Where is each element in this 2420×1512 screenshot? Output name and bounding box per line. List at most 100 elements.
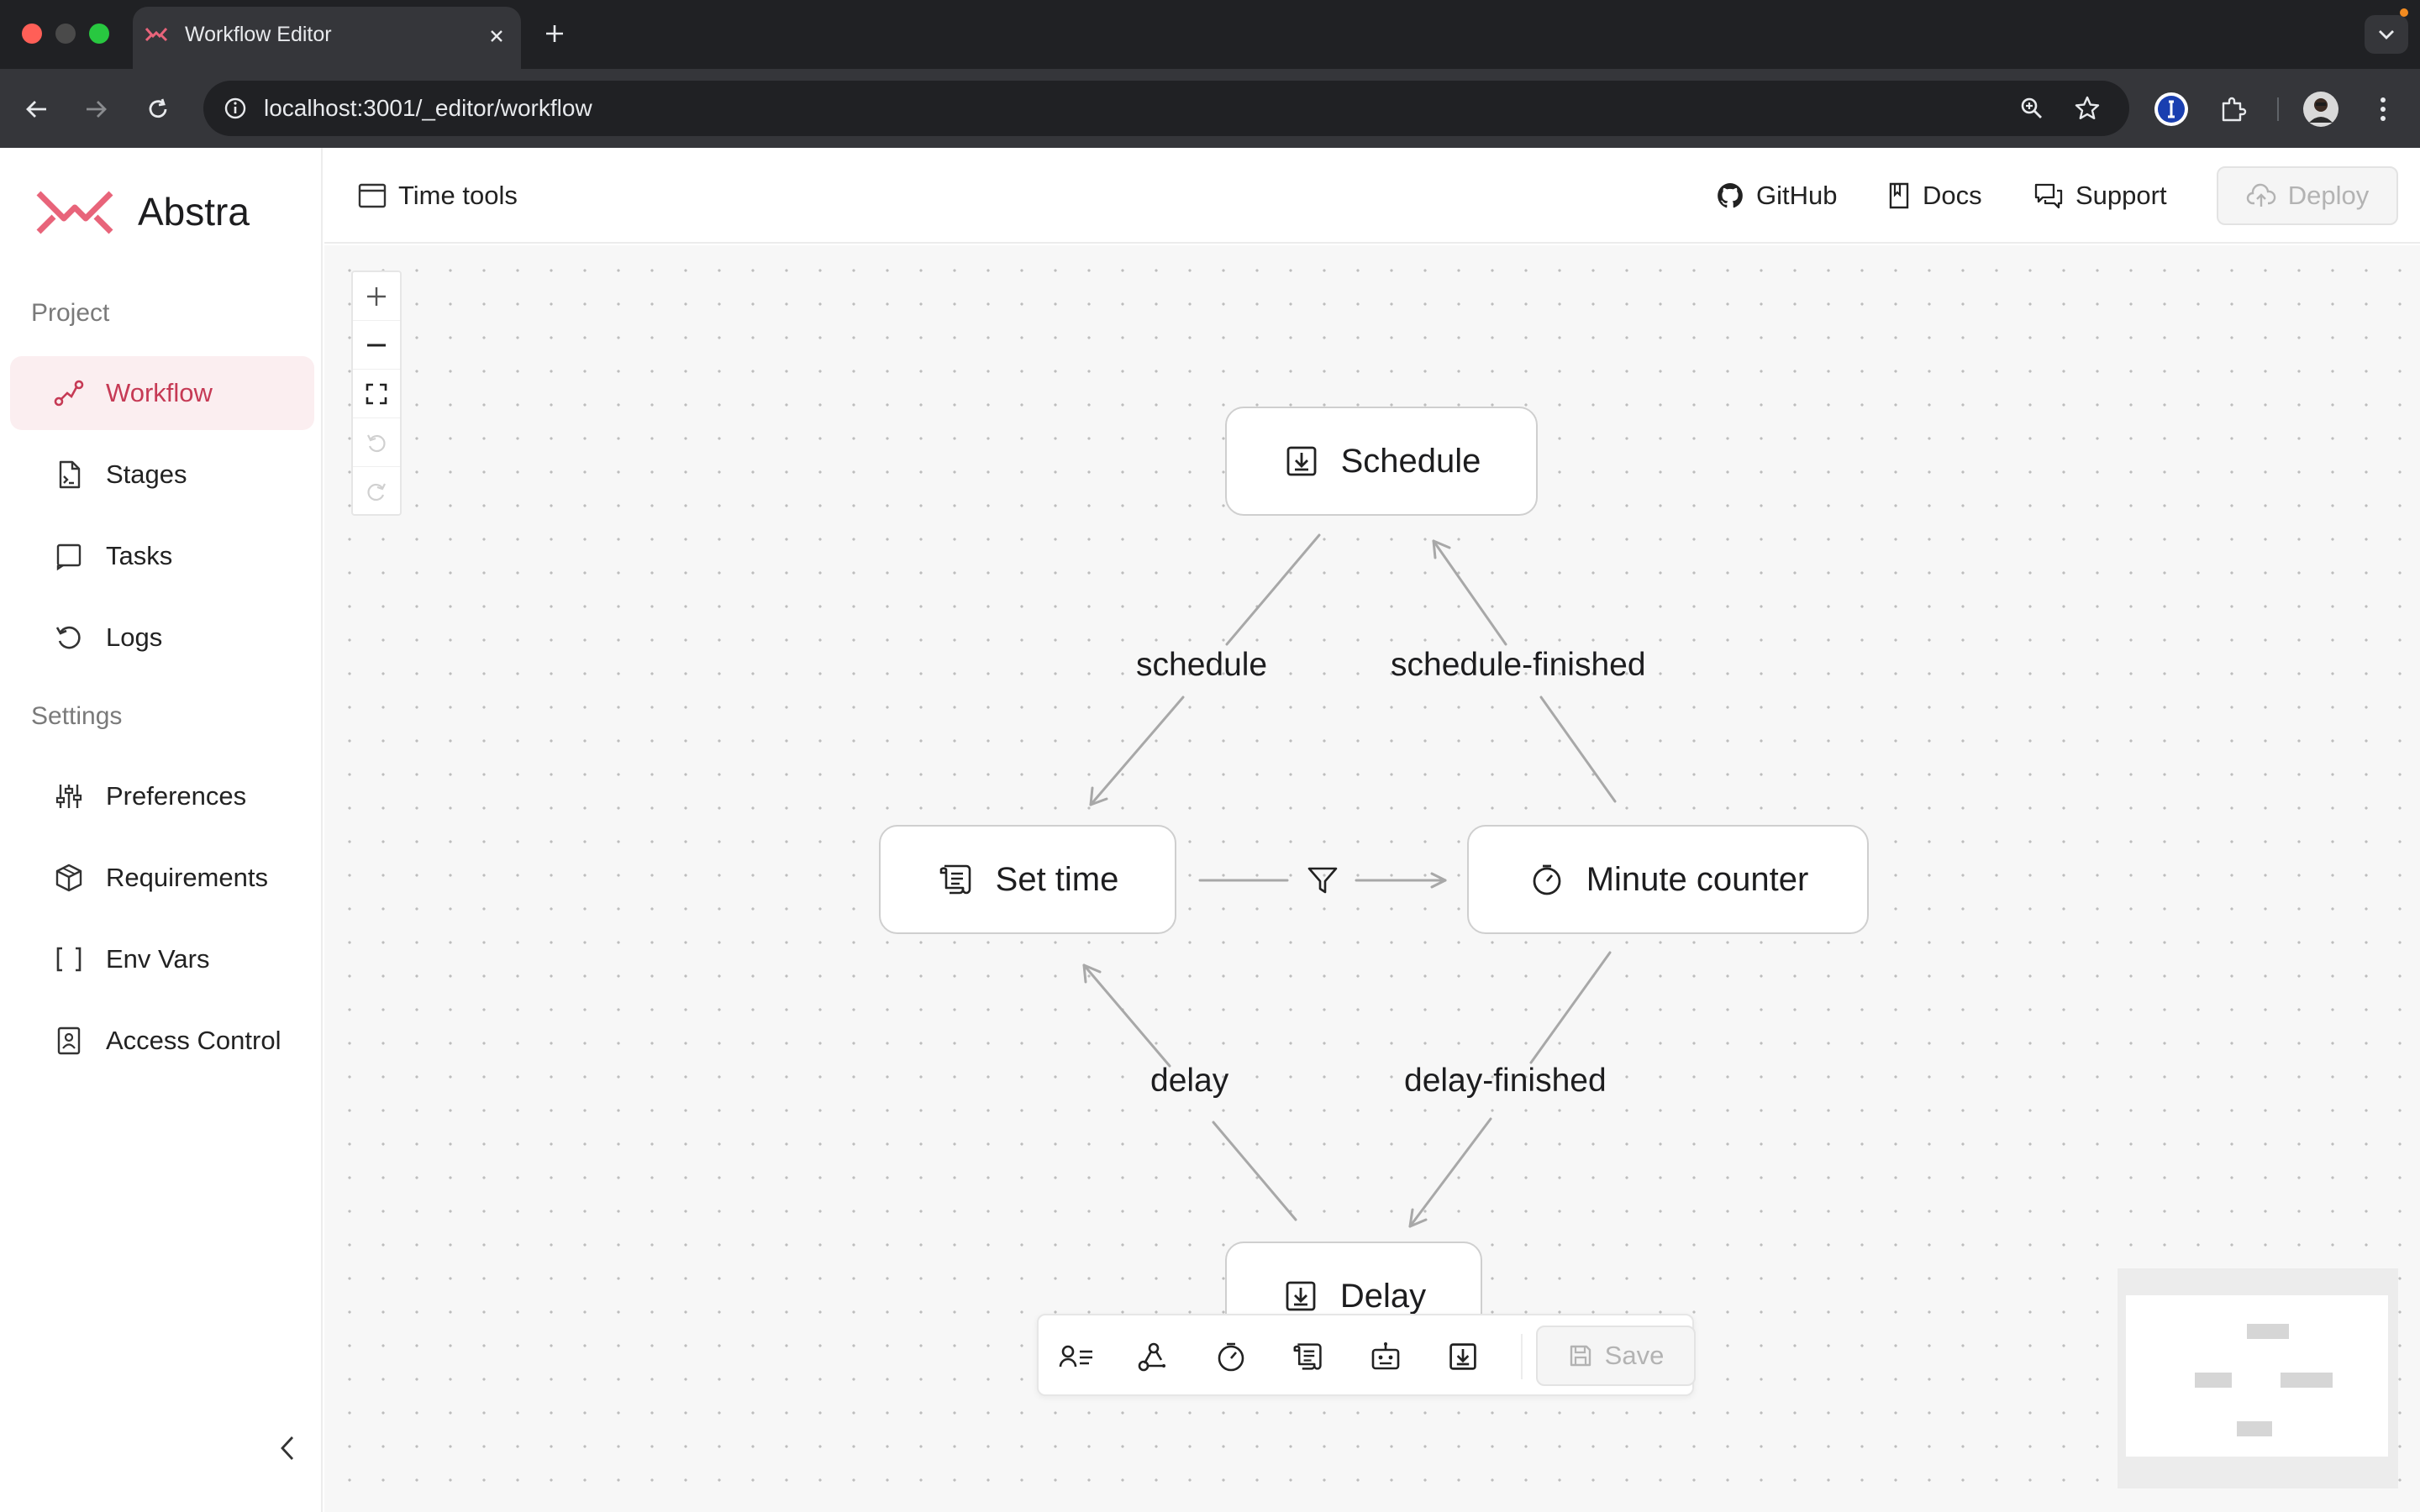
sidebar-item-label: Preferences (106, 781, 247, 811)
minimap-node (2237, 1421, 2272, 1436)
support-link[interactable]: Support (2033, 148, 2167, 244)
minimap-node (2281, 1373, 2333, 1388)
tab-search-chevron-icon[interactable] (2365, 15, 2408, 54)
sidebar-item-label: Env Vars (106, 944, 210, 974)
sidebar-item-label: Requirements (106, 863, 268, 892)
app: Abstra Project Workflow Stages Tasks Log… (0, 148, 2420, 1512)
bot-icon[interactable] (1366, 1337, 1405, 1376)
main-area: Time tools GitHub Docs Support Deploy sc… (324, 148, 2420, 1512)
timer-icon (1528, 860, 1566, 899)
node-minute-counter[interactable]: Minute counter (1467, 825, 1869, 934)
save-icon (1568, 1343, 1593, 1368)
abstra-logo-icon (35, 186, 114, 237)
back-arrow-icon[interactable] (17, 89, 57, 129)
script-icon[interactable] (1289, 1337, 1328, 1376)
docs-icon (1887, 181, 1911, 210)
sidebar-item-label: Logs (106, 622, 163, 652)
docs-link[interactable]: Docs (1887, 148, 1982, 244)
toolbar-divider (2277, 97, 2279, 121)
close-window-button[interactable] (22, 24, 42, 44)
node-set-time[interactable]: Set time (879, 825, 1176, 934)
form-icon[interactable] (1057, 1337, 1096, 1376)
support-icon (2033, 181, 2064, 210)
minimap[interactable] (2118, 1268, 2398, 1488)
close-tab-icon[interactable] (484, 24, 509, 49)
hook-icon[interactable] (1134, 1337, 1173, 1376)
node-label: Schedule (1340, 442, 1481, 480)
docs-label: Docs (1923, 181, 1982, 210)
edge-label-schedule[interactable]: schedule (1136, 647, 1267, 684)
edge-schedule-upper (1225, 533, 1321, 646)
browser-toolbar: localhost:3001/_editor/workflow (0, 69, 2420, 148)
header: Time tools GitHub Docs Support Deploy (324, 148, 2420, 244)
profile-avatar-icon[interactable] (2301, 89, 2341, 129)
maximize-window-button[interactable] (89, 24, 109, 44)
site-info-icon[interactable] (215, 88, 255, 129)
preferences-icon (52, 780, 86, 813)
forward-arrow-icon[interactable] (76, 89, 116, 129)
node-label: Delay (1339, 1277, 1427, 1315)
edge-label-delay-finished[interactable]: delay-finished (1404, 1063, 1607, 1100)
address-bar[interactable]: localhost:3001/_editor/workflow (203, 81, 2129, 136)
timer-icon[interactable] (1212, 1337, 1250, 1376)
sidebar-item-label: Stages (106, 459, 187, 489)
section-label-settings: Settings (31, 702, 123, 730)
sidebar-item-tasks[interactable]: Tasks (10, 519, 314, 593)
tasks-icon (52, 539, 86, 573)
node-label: Minute counter (1586, 860, 1809, 898)
sidebar-item-env-vars[interactable]: Env Vars (10, 922, 314, 996)
github-label: GitHub (1756, 181, 1838, 210)
minimap-node (2247, 1324, 2289, 1339)
github-link[interactable]: GitHub (1716, 148, 1837, 244)
logs-icon (52, 621, 86, 654)
github-icon (1716, 181, 1744, 210)
sidebar-item-label: Workflow (106, 378, 213, 407)
brand-name: Abstra (138, 190, 250, 234)
update-indicator-dot (2400, 8, 2408, 17)
access-control-icon (52, 1024, 86, 1058)
zoom-icon[interactable] (2012, 88, 2052, 129)
minimize-window-button[interactable] (55, 24, 76, 44)
cloud-upload-icon (2246, 183, 2276, 208)
extension-badge-icon[interactable] (2151, 89, 2191, 129)
edge-schedule-finished-lower (1539, 696, 1617, 803)
filter-icon[interactable] (1304, 862, 1341, 899)
sidebar-item-label: Tasks (106, 541, 173, 570)
node-schedule[interactable]: Schedule (1225, 407, 1538, 516)
job-icon[interactable] (1444, 1337, 1482, 1376)
sidebar-item-stages[interactable]: Stages (10, 438, 314, 512)
edge-delay-lower (1212, 1121, 1297, 1221)
edge-delay-finished-upper (1529, 951, 1612, 1064)
sidebar-item-requirements[interactable]: Requirements (10, 841, 314, 915)
stages-icon (52, 458, 86, 491)
sidebar-item-preferences[interactable]: Preferences (10, 759, 314, 833)
collapse-sidebar-chevron-icon[interactable] (271, 1431, 304, 1465)
sidebar-item-logs[interactable]: Logs (10, 601, 314, 675)
edge-delay-upper (1082, 963, 1171, 1068)
minimap-viewport (2126, 1295, 2388, 1457)
deploy-button[interactable]: Deploy (2217, 166, 2398, 225)
extensions-puzzle-icon[interactable] (2213, 89, 2254, 129)
node-label: Set time (995, 860, 1119, 898)
edge-delay-finished-lower (1408, 1117, 1492, 1228)
new-tab-icon[interactable] (538, 17, 571, 50)
brand[interactable]: Abstra (35, 186, 250, 237)
tab-title: Workflow Editor (185, 23, 332, 46)
save-label: Save (1604, 1341, 1665, 1370)
sidebar-item-label: Access Control (106, 1026, 281, 1055)
sidebar-item-access-control[interactable]: Access Control (10, 1004, 314, 1078)
url-text[interactable]: localhost:3001/_editor/workflow (264, 81, 592, 136)
job-icon (1281, 1277, 1320, 1315)
bookmark-star-icon[interactable] (2067, 88, 2107, 129)
edge-label-schedule-finished[interactable]: schedule-finished (1391, 647, 1646, 684)
save-button[interactable]: Save (1536, 1326, 1696, 1386)
browser-menu-icon[interactable] (2363, 89, 2403, 129)
env-vars-icon (52, 942, 86, 976)
edge-label-delay[interactable]: delay (1150, 1063, 1228, 1100)
reload-icon[interactable] (138, 89, 178, 129)
sidebar: Abstra Project Workflow Stages Tasks Log… (0, 148, 323, 1512)
sidebar-item-workflow[interactable]: Workflow (10, 356, 314, 430)
project-selector[interactable]: Time tools (358, 148, 518, 244)
toolbar-divider (1521, 1334, 1523, 1379)
browser-tab[interactable]: Workflow Editor (133, 7, 521, 69)
